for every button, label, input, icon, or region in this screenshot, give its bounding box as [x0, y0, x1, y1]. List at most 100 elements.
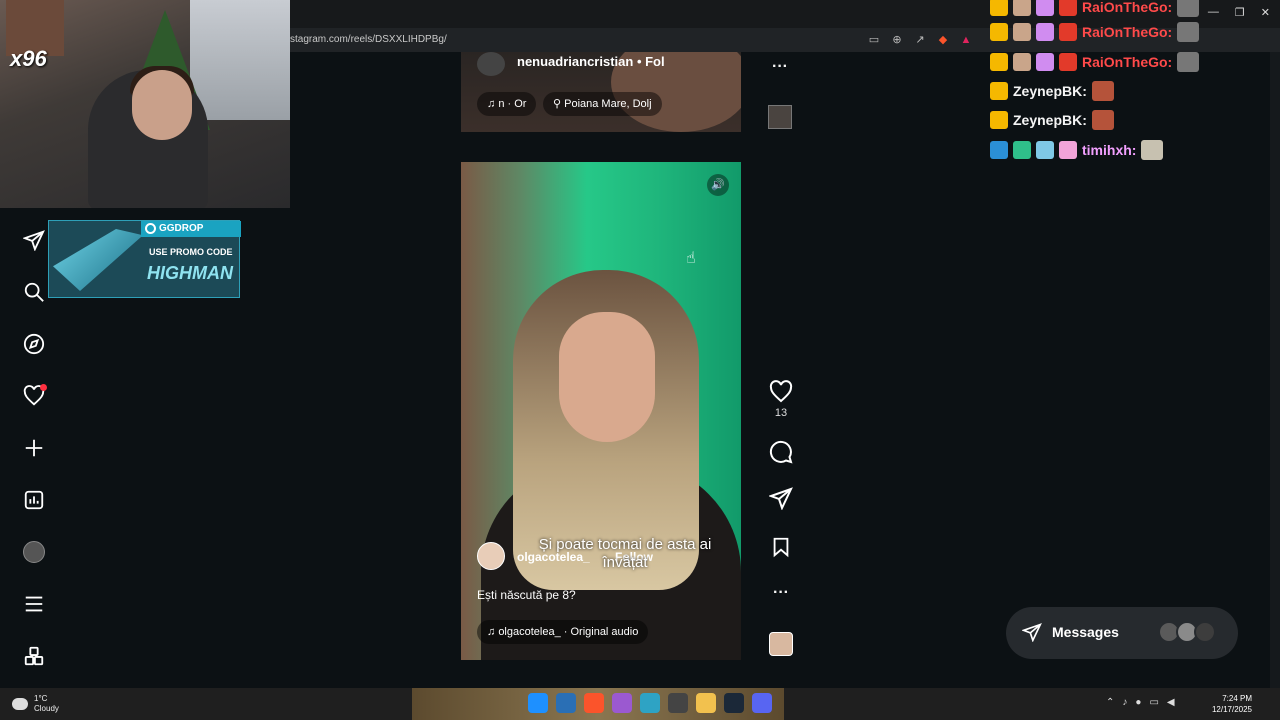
- messages-nav-icon[interactable]: [18, 224, 50, 256]
- chat-username[interactable]: RaiOnTheGo:: [1082, 0, 1172, 15]
- apps-grid-icon[interactable]: [18, 640, 50, 672]
- messages-button[interactable]: Messages: [1006, 607, 1238, 659]
- reel-subject-face: [559, 312, 655, 442]
- username-text[interactable]: nenuadriancristian: [517, 54, 633, 69]
- clock[interactable]: 7:24 PM 12/17/2025: [1206, 693, 1252, 715]
- avatar: [1194, 621, 1216, 643]
- profile-avatar[interactable]: [18, 536, 50, 568]
- partner-badge-icon: [1059, 53, 1077, 71]
- follow-link[interactable]: Fol: [645, 54, 665, 69]
- search-icon[interactable]: [18, 276, 50, 308]
- emote-icon: [1091, 81, 1114, 101]
- page-scrollbar[interactable]: [1270, 52, 1280, 688]
- heart-icon: [769, 380, 793, 403]
- network-icon[interactable]: ▭: [1149, 697, 1158, 708]
- window-controls: — ❐ ✕: [1208, 6, 1270, 19]
- cast-icon[interactable]: ▭: [866, 33, 882, 47]
- crown-badge-icon: [990, 82, 1008, 100]
- restore-icon[interactable]: ❐: [1235, 6, 1245, 19]
- chat-username[interactable]: ZeynepBK:: [1013, 83, 1087, 99]
- audio-text: n · Or: [498, 98, 527, 110]
- partner-badge-icon: [1059, 0, 1077, 16]
- comment-icon: [769, 440, 793, 464]
- notifications-heart-icon[interactable]: [18, 380, 50, 412]
- close-icon[interactable]: ✕: [1261, 6, 1270, 19]
- location-pin-icon: ⚲: [553, 98, 565, 110]
- promo-line1: USE PROMO CODE: [149, 247, 233, 257]
- share-button[interactable]: [766, 486, 796, 510]
- like-button[interactable]: 13: [766, 380, 796, 419]
- location-text: Poiana Mare, Dolj: [564, 98, 652, 110]
- steam-icon[interactable]: [724, 693, 744, 713]
- post-username[interactable]: nenuadriancristian • Fol: [517, 54, 665, 69]
- bg-badge-icon: [1013, 141, 1031, 159]
- robot-badge-icon: [1036, 141, 1054, 159]
- audio-thumbnail[interactable]: [768, 105, 792, 129]
- chevron-up-icon[interactable]: ⌃: [1106, 697, 1114, 708]
- current-reel[interactable]: 🔊 olgacotelea_ Follow Și poate tocmai de…: [461, 162, 741, 660]
- reel-audio-pill[interactable]: ♫ olgacotelea_ · Original audio: [477, 620, 649, 644]
- partner-badge-icon: [1059, 23, 1077, 41]
- app-icon[interactable]: [640, 693, 660, 713]
- comment-button[interactable]: [766, 440, 796, 464]
- speaker-icon[interactable]: ◀: [1167, 697, 1175, 708]
- start-icon[interactable]: [528, 693, 548, 713]
- save-button[interactable]: [766, 536, 796, 558]
- volume-icon[interactable]: 🔊: [707, 174, 729, 196]
- audio-pill[interactable]: ♫ n · Or: [477, 92, 537, 116]
- browser-toolbar: ▭ ⊕ ↗ ◆ ▲: [866, 33, 974, 47]
- discord-icon[interactable]: [752, 693, 772, 713]
- windows-taskbar: 1°C Cloudy ⌃ ♪ ● ▭ ◀ 7:24 PM 12/17/2025: [0, 688, 1280, 720]
- video-subtitle: Și poate tocmai de asta ai învățat: [538, 536, 712, 571]
- more-options-icon[interactable]: ···: [766, 584, 796, 602]
- share-icon[interactable]: ↗: [912, 33, 928, 47]
- like-count: 13: [774, 407, 788, 419]
- system-tray: ⌃ ♪ ● ▭ ◀: [1106, 697, 1175, 708]
- webcam-overlay: x96: [0, 0, 290, 208]
- send-icon: [1022, 623, 1042, 642]
- app-icon[interactable]: [612, 693, 632, 713]
- crown-badge-icon: [990, 53, 1008, 71]
- chat-username[interactable]: RaiOnTheGo:: [1082, 54, 1172, 70]
- music-note-icon: ♫: [487, 98, 499, 110]
- reel-audio-thumbnail[interactable]: [766, 632, 796, 656]
- folder-icon[interactable]: [696, 693, 716, 713]
- gift-badge-icon: [1036, 0, 1054, 16]
- chat-username[interactable]: ZeynepBK:: [1013, 112, 1087, 128]
- menu-icon[interactable]: [18, 588, 50, 620]
- insights-chart-icon[interactable]: [18, 484, 50, 516]
- zoom-icon[interactable]: ⊕: [889, 33, 905, 47]
- gift-badge-icon: [1036, 23, 1054, 41]
- brave-icon[interactable]: [584, 693, 604, 713]
- weather-temp: 1°C: [34, 694, 48, 703]
- more-options-icon[interactable]: ···: [772, 58, 788, 76]
- app-icon[interactable]: [668, 693, 688, 713]
- minimize-icon[interactable]: —: [1208, 6, 1219, 19]
- audio-icon[interactable]: ♪: [1122, 697, 1127, 708]
- location-pill[interactable]: ⚲ Poiana Mare, Dolj: [543, 92, 662, 116]
- taskview-icon[interactable]: [556, 693, 576, 713]
- mic-icon[interactable]: ●: [1135, 697, 1141, 708]
- explore-icon[interactable]: [18, 328, 50, 360]
- chat-username[interactable]: timihxh:: [1082, 142, 1136, 158]
- chat-message: ZeynepBK:: [990, 108, 1114, 132]
- separator-dot: •: [636, 54, 646, 69]
- screen: — ❐ ✕ stagram.com/reels/DSXXLIHDPBg/ ▭ ⊕…: [0, 0, 1280, 720]
- notification-dot: [40, 384, 47, 391]
- weather-widget[interactable]: 1°C Cloudy: [12, 694, 59, 714]
- reel-user-avatar[interactable]: [477, 542, 505, 570]
- brave-shield-icon[interactable]: ◆: [935, 33, 951, 47]
- messages-label: Messages: [1052, 624, 1119, 640]
- weather-text: 1°C Cloudy: [34, 694, 59, 714]
- promo-banner: GGDROP USE PROMO CODE HIGHMAN: [48, 220, 241, 298]
- gift-badge-icon: [1059, 141, 1077, 159]
- chat-username[interactable]: RaiOnTheGo:: [1082, 24, 1172, 40]
- promo-code: HIGHMAN: [147, 263, 233, 283]
- reel-caption[interactable]: Ești născută pe 8?: [477, 588, 576, 602]
- url-field[interactable]: stagram.com/reels/DSXXLIHDPBg/: [290, 34, 447, 45]
- subscriber-badge-icon: [1013, 23, 1031, 41]
- create-plus-icon[interactable]: [18, 432, 50, 464]
- previous-reel[interactable]: nenuadriancristian • Fol ♫ n · Or ⚲ Poia…: [461, 52, 741, 132]
- user-avatar[interactable]: [477, 52, 505, 76]
- warning-icon[interactable]: ▲: [958, 33, 974, 47]
